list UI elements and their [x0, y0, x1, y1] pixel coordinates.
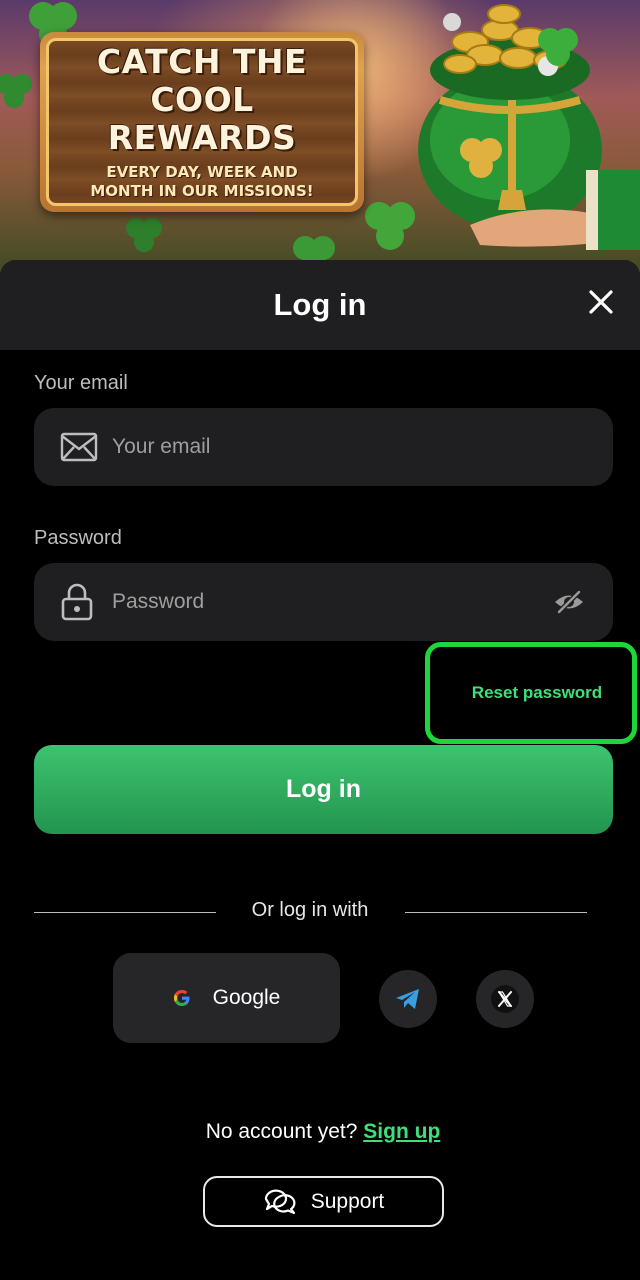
gold-bag-illustration — [418, 4, 640, 250]
banner-subtitle: EVERY DAY, WEEK AND MONTH IN OUR MISSION… — [90, 163, 314, 200]
support-button[interactable]: Support — [203, 1176, 444, 1227]
signup-prompt: No account yet? — [205, 1120, 358, 1143]
password-field[interactable] — [34, 563, 613, 641]
email-input[interactable] — [112, 408, 532, 486]
clover-decoration — [0, 74, 32, 108]
support-label: Support — [310, 1189, 385, 1213]
google-label: Google — [212, 986, 281, 1009]
telegram-login-button[interactable] — [379, 970, 437, 1028]
chat-icon — [264, 1189, 296, 1214]
lock-icon — [61, 583, 93, 621]
modal-header: Log in — [0, 260, 640, 350]
x-login-button[interactable] — [476, 970, 534, 1028]
eye-slash-icon[interactable] — [553, 589, 585, 615]
password-input[interactable] — [112, 563, 532, 641]
google-icon — [173, 990, 190, 1006]
email-label: Your email — [34, 372, 128, 394]
signup-link[interactable]: Sign up — [363, 1120, 440, 1143]
x-icon — [491, 985, 519, 1013]
banner-title: CATCH THE COOL REWARDS — [96, 42, 308, 157]
promo-banner[interactable]: CATCH THE COOL REWARDS EVERY DAY, WEEK A… — [0, 0, 640, 280]
close-icon[interactable] — [586, 287, 616, 317]
password-label: Password — [34, 527, 122, 549]
envelope-icon — [60, 432, 98, 462]
login-button[interactable]: Log in — [34, 745, 613, 834]
rewards-sign: CATCH THE COOL REWARDS EVERY DAY, WEEK A… — [40, 32, 364, 212]
telegram-icon — [396, 989, 419, 1009]
divider-text: Or log in with — [251, 899, 369, 921]
signup-line: No account yet? Sign up — [0, 1120, 640, 1144]
modal-title: Log in — [273, 287, 367, 322]
reset-password-highlight: Reset password — [425, 642, 637, 744]
clover-decoration — [126, 218, 162, 252]
email-field[interactable] — [34, 408, 613, 486]
divider-right — [405, 912, 587, 913]
reset-password-link[interactable]: Reset password — [460, 683, 602, 703]
google-login-button[interactable]: Google — [113, 953, 340, 1043]
